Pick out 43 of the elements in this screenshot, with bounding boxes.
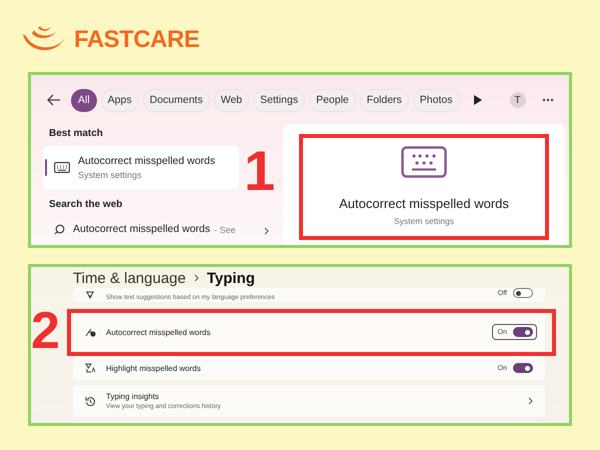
preview-subtitle: System settings [394,216,454,226]
filter-tab[interactable]: Folders [360,88,409,112]
toggle-switch[interactable] [513,363,533,373]
preview-title: Autocorrect misspelled words [339,196,509,211]
web-result[interactable]: Autocorrect misspelled words - See [43,217,277,235]
result-title: Autocorrect misspelled words [78,155,216,167]
setting-title: Typing insights [106,392,160,401]
result-title: Autocorrect misspelled words [73,223,210,235]
avatar[interactable]: T [510,92,526,108]
more-icon [542,98,554,102]
result-item[interactable]: Autocorrect misspelled words System settings [43,146,239,189]
step-number: 1 [244,143,276,199]
step-number: 2 [31,305,60,357]
result-hint: - See [214,225,236,235]
filter-tab[interactable]: Documents [142,88,210,112]
play-icon [474,95,482,105]
chevron-right-icon [194,274,199,282]
keyboard-icon [54,162,70,173]
search-icon [54,224,65,235]
section-heading: Best match [49,128,104,141]
setting-icon [85,290,96,301]
setting-title: Autocorrect misspelled words [106,328,212,336]
chevron-right-icon [264,227,269,235]
setting-icon [85,362,96,374]
back-arrow-icon [47,94,61,106]
toggle-switch[interactable] [513,327,533,337]
filter-tab[interactable]: Photos [412,88,460,112]
filter-tab[interactable]: Web [214,88,250,112]
toggle-switch[interactable] [513,288,533,298]
brand-name: FASTCARE [74,26,200,54]
filter-tab[interactable]: Settings [253,88,306,112]
page-title: Typing [206,270,255,286]
breadcrumb-link[interactable]: Time & language [73,270,186,286]
history-icon [85,396,96,406]
result-subtitle: System settings [78,170,143,180]
keyboard-icon [401,146,447,178]
filter-tab[interactable]: People [309,88,356,112]
setting-icon [85,326,96,338]
filter-tab[interactable]: All [71,88,97,112]
setting-title: Highlight misspelled words [106,364,202,372]
filter-tab[interactable]: Apps [100,88,139,112]
chevron-right-icon [528,397,533,405]
section-heading: Search the web [49,199,124,212]
